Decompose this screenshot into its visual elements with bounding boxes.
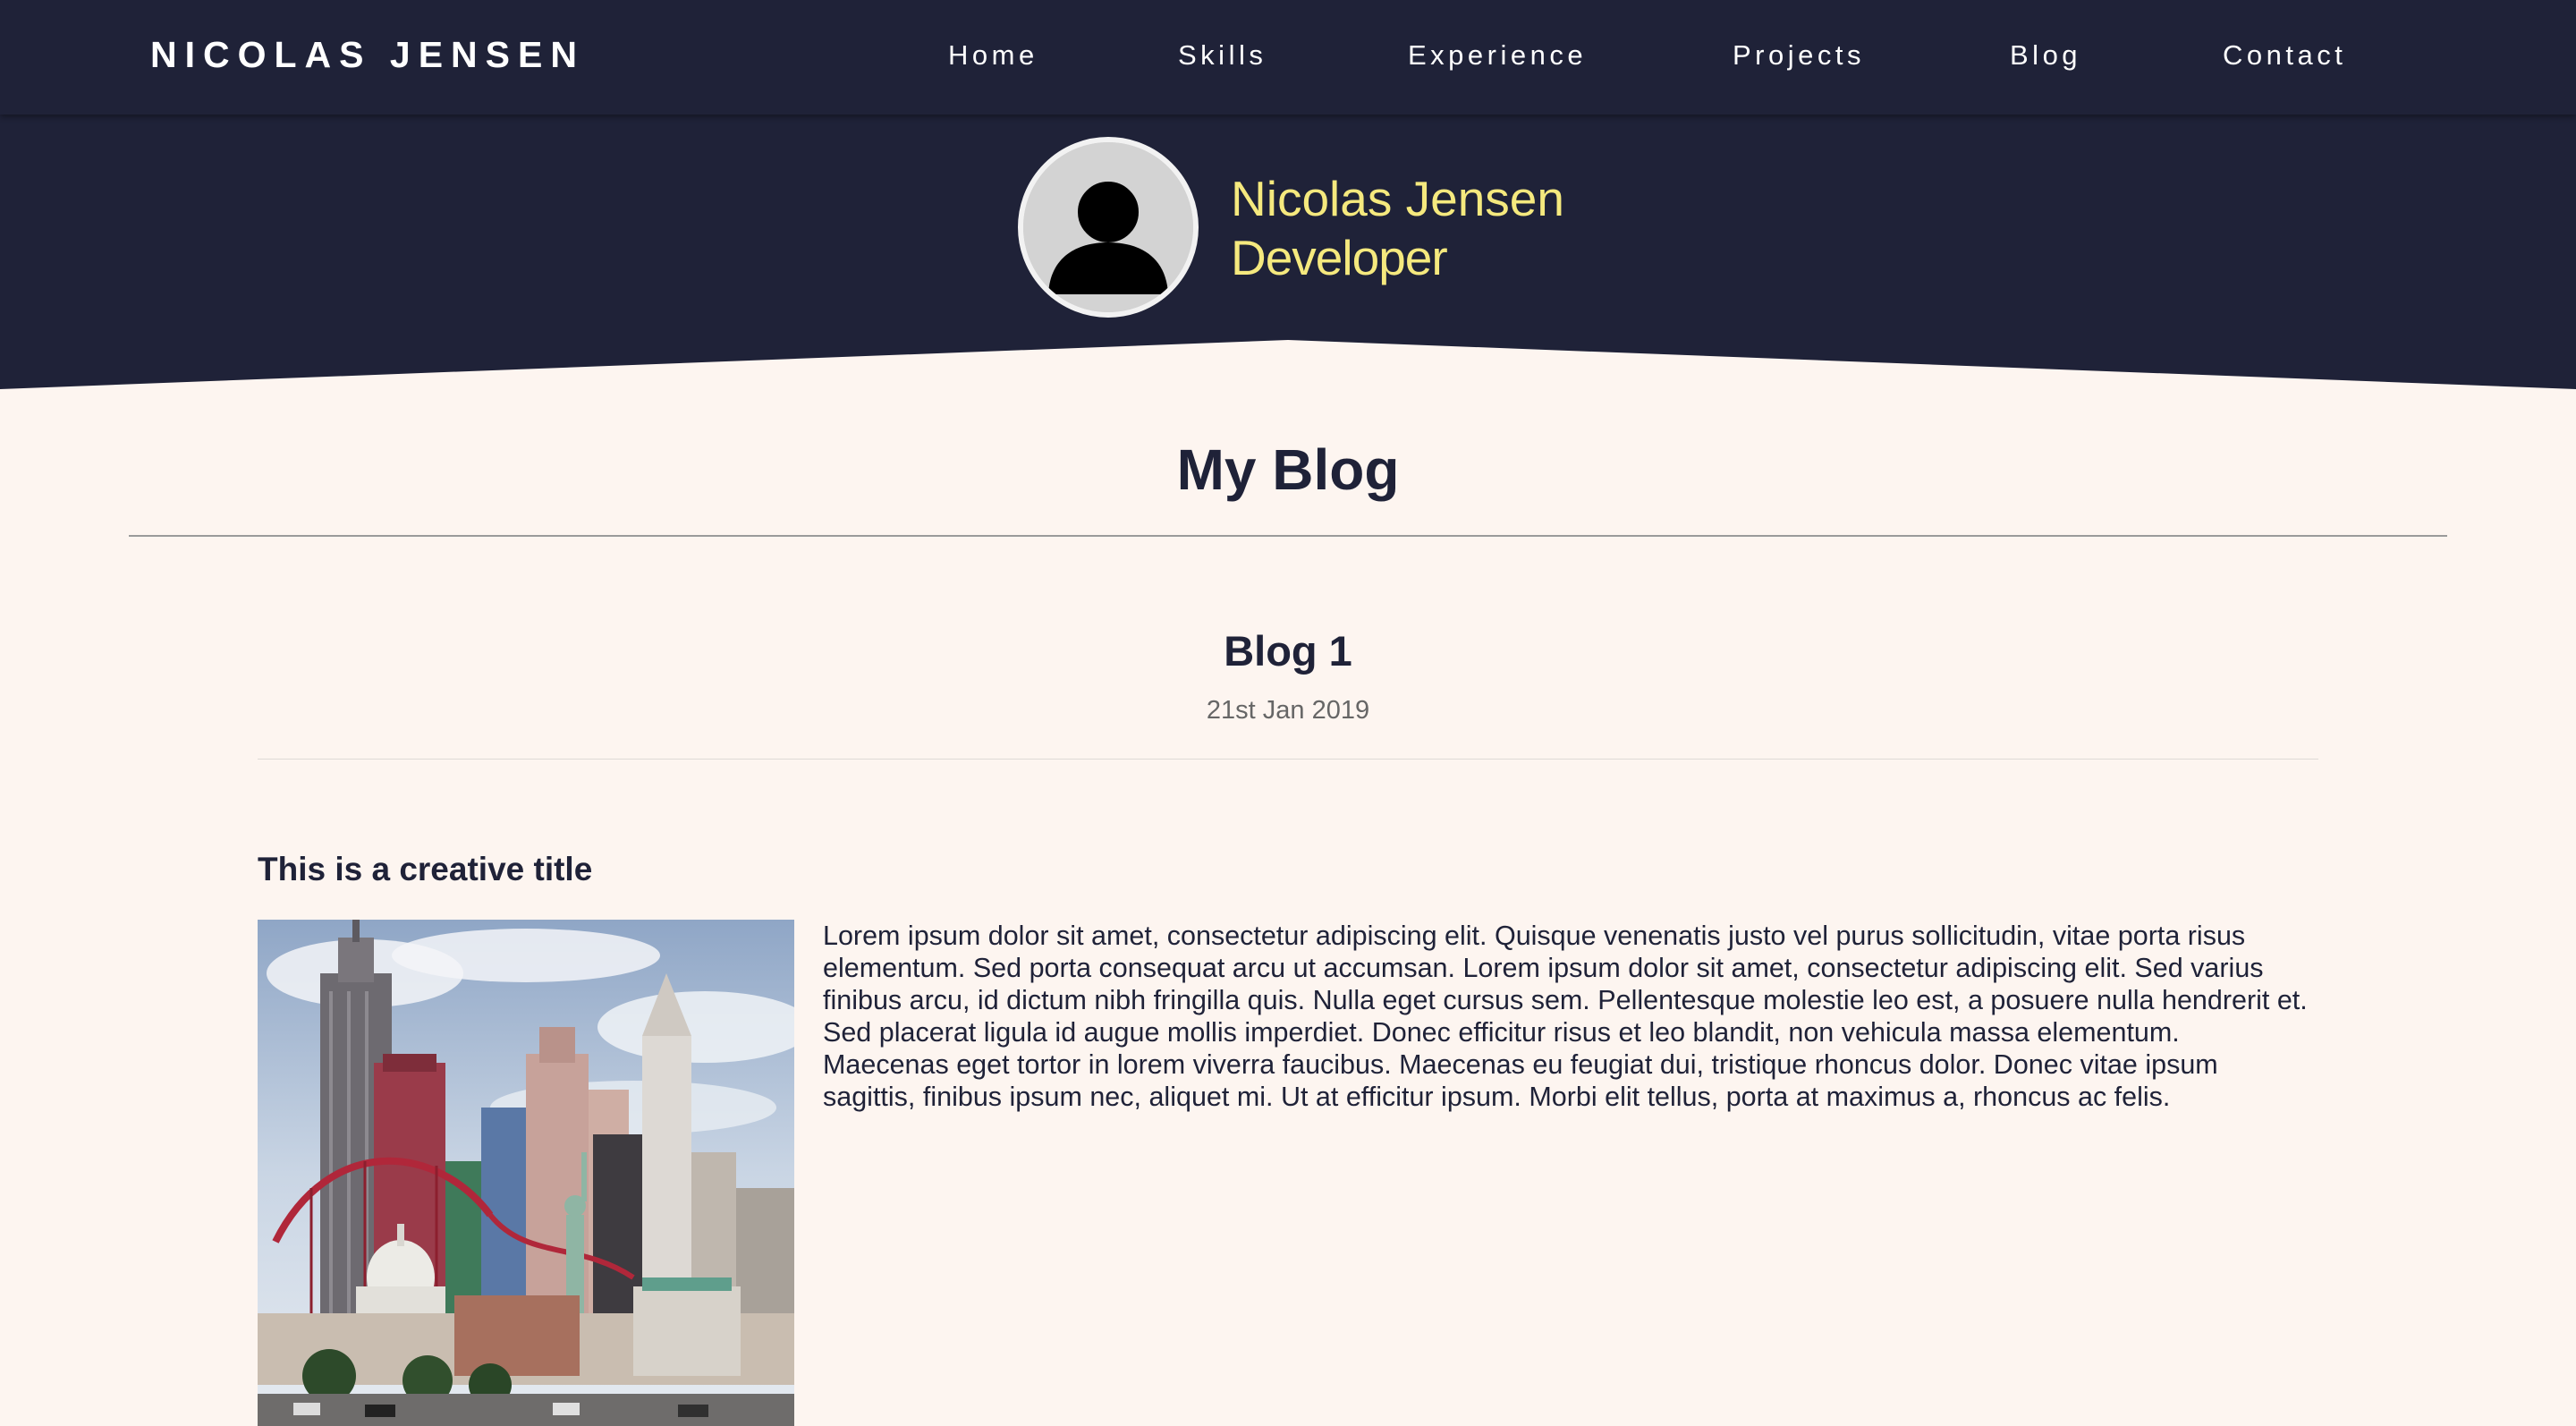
nav-link-blog[interactable]: Blog [2010,39,2081,72]
top-navbar: NICOLAS JENSEN Home Skills Experience Pr… [0,0,2576,115]
city-skyline-photo [258,920,794,1426]
nav-link-contact[interactable]: Contact [2223,39,2346,72]
nav-link-home[interactable]: Home [948,39,1038,72]
nav-links: Home Skills Experience Projects Blog Con… [0,39,2576,79]
nav-link-skills[interactable]: Skills [1178,39,1267,72]
nav-link-projects[interactable]: Projects [1733,39,1865,72]
nav-link-experience[interactable]: Experience [1408,39,1587,72]
blog-post-date: 21st Jan 2019 [1206,696,1370,725]
blog-post-body: Lorem ipsum dolor sit amet, consectetur … [823,921,2308,1112]
title-divider [129,535,2447,537]
profile-name: Nicolas Jensen [1231,171,1564,226]
post-divider [258,759,2318,760]
page-title: My Blog [1176,437,1400,502]
profile-role: Developer [1231,230,1448,285]
blog-post-title[interactable]: Blog 1 [0,626,2576,675]
user-avatar-icon [1018,137,1199,318]
blog-post-heading: This is a creative title [258,851,593,887]
